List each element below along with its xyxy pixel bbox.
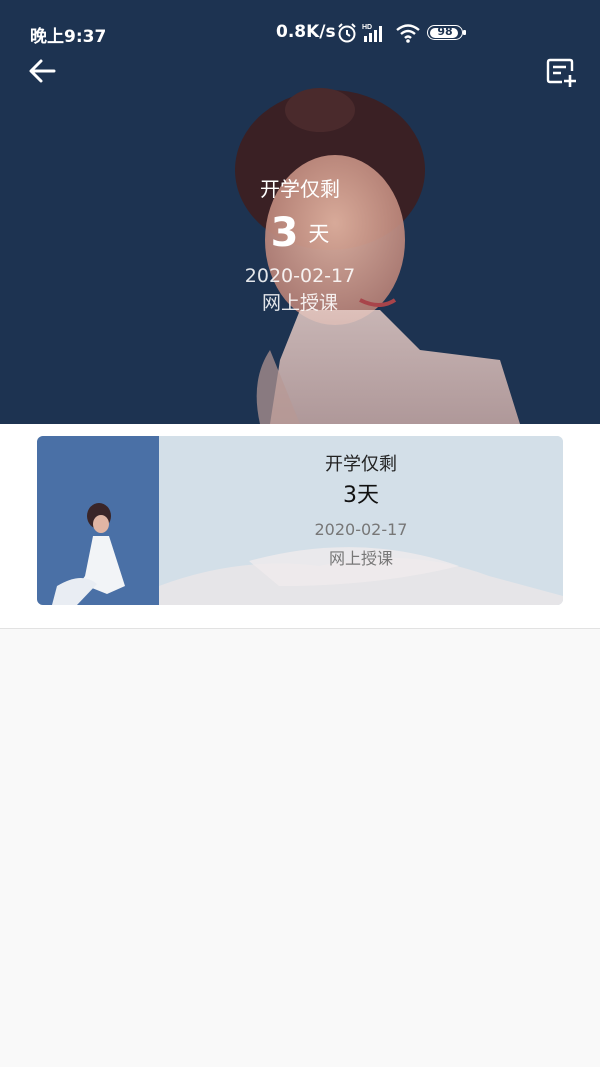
- hero-countdown: 开学仅剩 3天 2020-02-17 网上授课: [0, 174, 600, 317]
- hero-type: 网上授课: [261, 292, 338, 314]
- hd-signal-icon: HD: [362, 24, 382, 42]
- alarm-icon: [338, 23, 356, 43]
- event-type: 网上授课: [328, 549, 393, 568]
- event-count: 3天: [343, 483, 379, 508]
- event-date: 2020-02-17: [314, 520, 408, 539]
- add-note-icon: [546, 58, 576, 87]
- wifi-icon: [396, 24, 420, 43]
- event-thumbnail: [37, 436, 159, 605]
- battery-icon: 98: [427, 25, 466, 40]
- back-button[interactable]: [26, 56, 60, 86]
- svg-text:HD: HD: [362, 24, 372, 31]
- hero-count-row: 3天: [0, 210, 600, 260]
- status-time: 晚上9:37: [30, 27, 107, 47]
- hero-unit: 天: [308, 222, 330, 246]
- hero-banner: 晚上9:37 0.8K/s HD 98 开学仅剩 3 天 2020-02-17 …: [0, 0, 600, 424]
- status-bar: 晚上9:37 0.8K/s HD 98: [0, 0, 600, 62]
- hero-count: 3: [270, 210, 299, 256]
- hero-date: 2020-02-17: [244, 265, 356, 287]
- arrow-left-icon: [29, 59, 56, 83]
- event-list: 开学仅剩 3天 2020-02-17 网上授课: [0, 424, 600, 629]
- event-card-text: 开学仅剩 3天 2020-02-17 网上授课: [159, 452, 563, 572]
- hero-label: 开学仅剩: [260, 177, 340, 201]
- event-label: 开学仅剩: [325, 454, 397, 475]
- add-event-button[interactable]: [544, 56, 578, 88]
- event-card[interactable]: 开学仅剩 3天 2020-02-17 网上授课: [37, 436, 563, 605]
- network-speed: 0.8K/s: [276, 22, 336, 42]
- battery-level: 98: [437, 25, 453, 38]
